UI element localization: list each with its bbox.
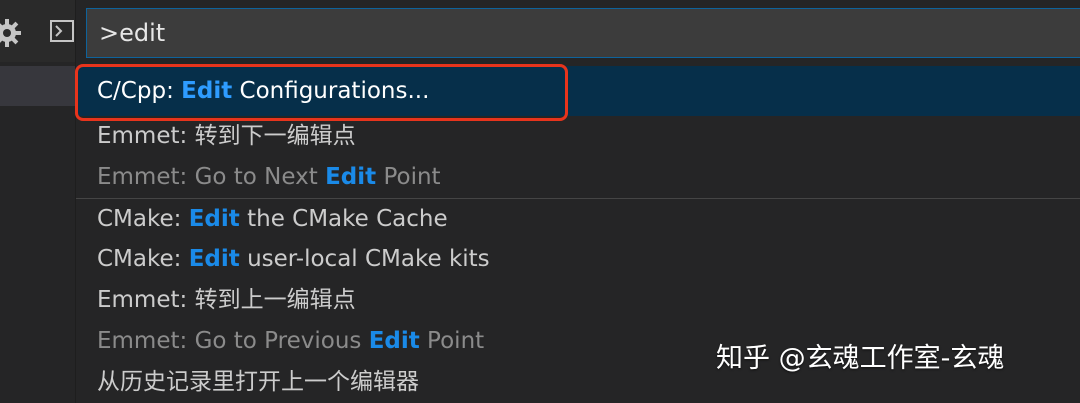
command-item-emmet-prev-edit-point-zh[interactable]: Emmet: 转到上一编辑点 <box>76 280 1080 321</box>
side-panel <box>0 0 75 403</box>
command-item-text: user-local CMake kits <box>239 246 490 272</box>
command-item-match: Edit <box>181 78 233 104</box>
command-item-text: CMake: <box>97 206 189 232</box>
command-item-emmet-next-edit-point-zh[interactable]: Emmet: 转到下一编辑点 <box>76 116 1080 157</box>
command-item-cmake-edit-cache[interactable]: CMake: Edit the CMake Cache <box>76 198 1080 239</box>
command-item-text: Point <box>376 164 441 190</box>
side-panel-active-row[interactable] <box>0 66 75 106</box>
watermark: 知乎 @玄魂工作室-玄魂 <box>716 343 1005 374</box>
vscode-window: C/Cpp: Edit Configurations... Emmet: 转到下… <box>0 0 1080 403</box>
command-item-text: Emmet: Go to Next <box>97 164 326 190</box>
command-item-cpp-edit-configurations[interactable]: C/Cpp: Edit Configurations... <box>76 66 1080 116</box>
command-item-text: the CMake Cache <box>239 206 448 232</box>
command-item-match: Edit <box>368 328 420 354</box>
command-item-text: Emmet: Go to Previous <box>97 328 369 354</box>
command-item-text: Configurations... <box>232 78 430 104</box>
command-item-text: Emmet: 转到下一编辑点 <box>97 123 356 149</box>
command-item-text: 从历史记录里打开上一个编辑器 <box>97 369 419 395</box>
terminal-icon[interactable] <box>50 20 74 42</box>
command-item-match: Edit <box>325 164 377 190</box>
command-item-cmake-edit-kits[interactable]: CMake: Edit user-local CMake kits <box>76 239 1080 280</box>
command-item-text: Point <box>419 328 485 354</box>
command-item-text: Emmet: 转到上一编辑点 <box>97 287 356 313</box>
command-item-match: Edit <box>188 246 240 272</box>
command-palette-input[interactable] <box>86 8 1080 58</box>
command-item-emmet-next-edit-point-en[interactable]: Emmet: Go to Next Edit Point <box>76 157 1080 198</box>
command-item-match: Edit <box>188 206 240 232</box>
command-item-text: C/Cpp: <box>97 78 182 104</box>
command-item-text: CMake: <box>97 246 189 272</box>
gear-icon[interactable] <box>0 18 22 48</box>
